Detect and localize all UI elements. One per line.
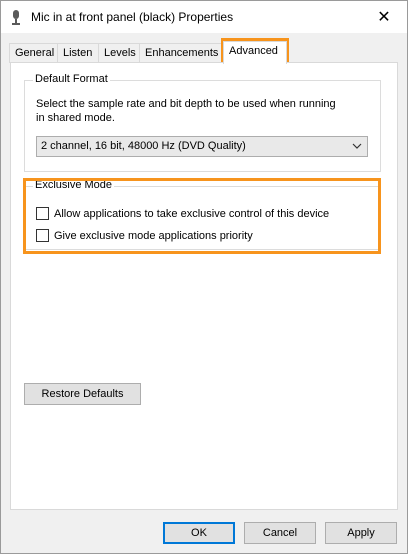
ok-button[interactable]: OK xyxy=(163,522,235,544)
tab-levels[interactable]: Levels xyxy=(98,43,140,63)
cancel-button[interactable]: Cancel xyxy=(244,522,316,544)
close-button[interactable]: ✕ xyxy=(361,1,407,33)
exclusive-priority-label: Give exclusive mode applications priorit… xyxy=(54,229,253,242)
tab-advanced[interactable]: Advanced xyxy=(223,41,287,64)
window-title: Mic in at front panel (black) Properties xyxy=(31,10,234,24)
exclusive-priority-option[interactable]: Give exclusive mode applications priorit… xyxy=(36,229,253,242)
default-format-description-line2: in shared mode. xyxy=(36,112,115,124)
default-format-selected-value: 2 channel, 16 bit, 48000 Hz (DVD Quality… xyxy=(41,140,246,152)
default-format-description-line1: Select the sample rate and bit depth to … xyxy=(36,98,336,110)
exclusive-control-option[interactable]: Allow applications to take exclusive con… xyxy=(36,207,329,220)
default-format-group: Default Format Select the sample rate an… xyxy=(24,73,381,172)
microphone-icon xyxy=(12,10,20,25)
restore-defaults-button[interactable]: Restore Defaults xyxy=(24,383,141,405)
tab-strip: General Listen Levels Enhancements Advan… xyxy=(9,41,401,64)
exclusive-mode-title: Exclusive Mode xyxy=(33,179,115,191)
apply-button[interactable]: Apply xyxy=(325,522,397,544)
exclusive-control-label: Allow applications to take exclusive con… xyxy=(54,207,330,220)
exclusive-control-checkbox[interactable] xyxy=(36,207,49,220)
exclusive-mode-group: Exclusive Mode Allow applications to tak… xyxy=(24,179,381,250)
default-format-select[interactable]: 2 channel, 16 bit, 48000 Hz (DVD Quality… xyxy=(36,136,368,157)
advanced-panel: Default Format Select the sample rate an… xyxy=(10,62,398,510)
tab-general[interactable]: General xyxy=(9,43,58,63)
exclusive-priority-checkbox[interactable] xyxy=(36,229,49,242)
title-bar: Mic in at front panel (black) Properties… xyxy=(1,1,407,33)
properties-dialog: Mic in at front panel (black) Properties… xyxy=(0,0,408,554)
default-format-title: Default Format xyxy=(33,73,110,85)
tab-enhancements[interactable]: Enhancements xyxy=(139,43,223,63)
tab-listen[interactable]: Listen xyxy=(57,43,99,63)
chevron-down-icon xyxy=(352,143,362,149)
